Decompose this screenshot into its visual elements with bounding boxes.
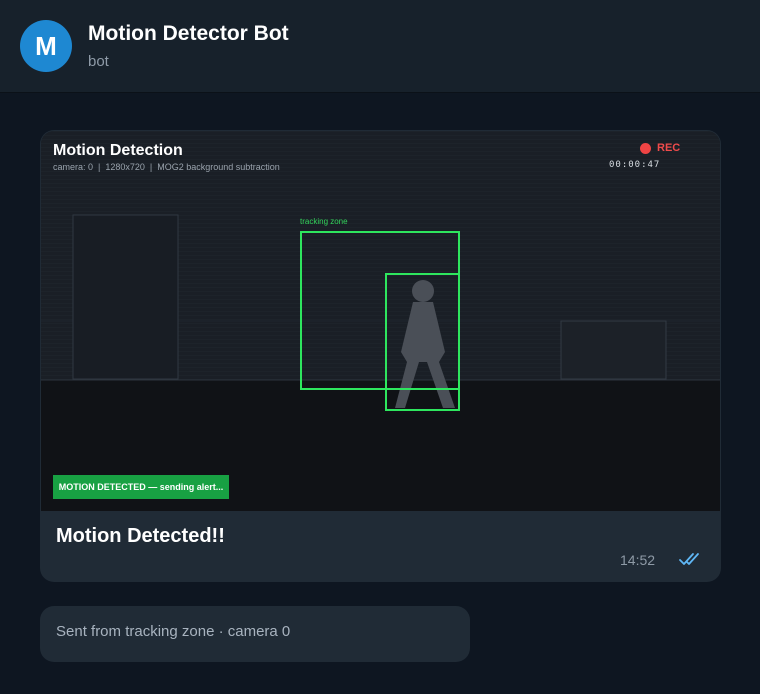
photo-message-bubble[interactable]: Motion Detection camera: 0 | 1280x720 | … [40,130,721,582]
rec-label: REC [657,142,681,154]
avatar[interactable]: M [20,20,72,72]
camera-overlay-meta: camera: 0 | 1280x720 | MOG2 background s… [53,162,280,172]
chat-title[interactable]: Motion Detector Bot [88,22,289,46]
message-caption: Motion Detected!! [56,525,225,547]
timecode: 00:00:47 [609,160,661,170]
tracking-zone-label: tracking zone [300,217,348,226]
rec-indicator: REC [640,142,680,154]
rec-dot-icon [640,142,651,154]
camera-overlay-title: Motion Detection [53,142,183,159]
door [72,214,179,380]
cabinet [560,320,667,380]
chat-header: M Motion Detector Bot bot [0,0,760,93]
camera-snapshot[interactable]: Motion Detection camera: 0 | 1280x720 | … [41,131,720,511]
text-message-bubble[interactable]: Sent from tracking zone · camera 0 [40,606,470,662]
text-message-content: Sent from tracking zone · camera 0 [56,623,291,640]
motion-alert-banner: MOTION DETECTED — sending alert... [53,475,229,499]
message-time: 14:52 [620,552,656,568]
chat-subtitle: bot [88,53,109,70]
camera-scene [41,131,720,511]
double-check-icon [679,553,699,565]
